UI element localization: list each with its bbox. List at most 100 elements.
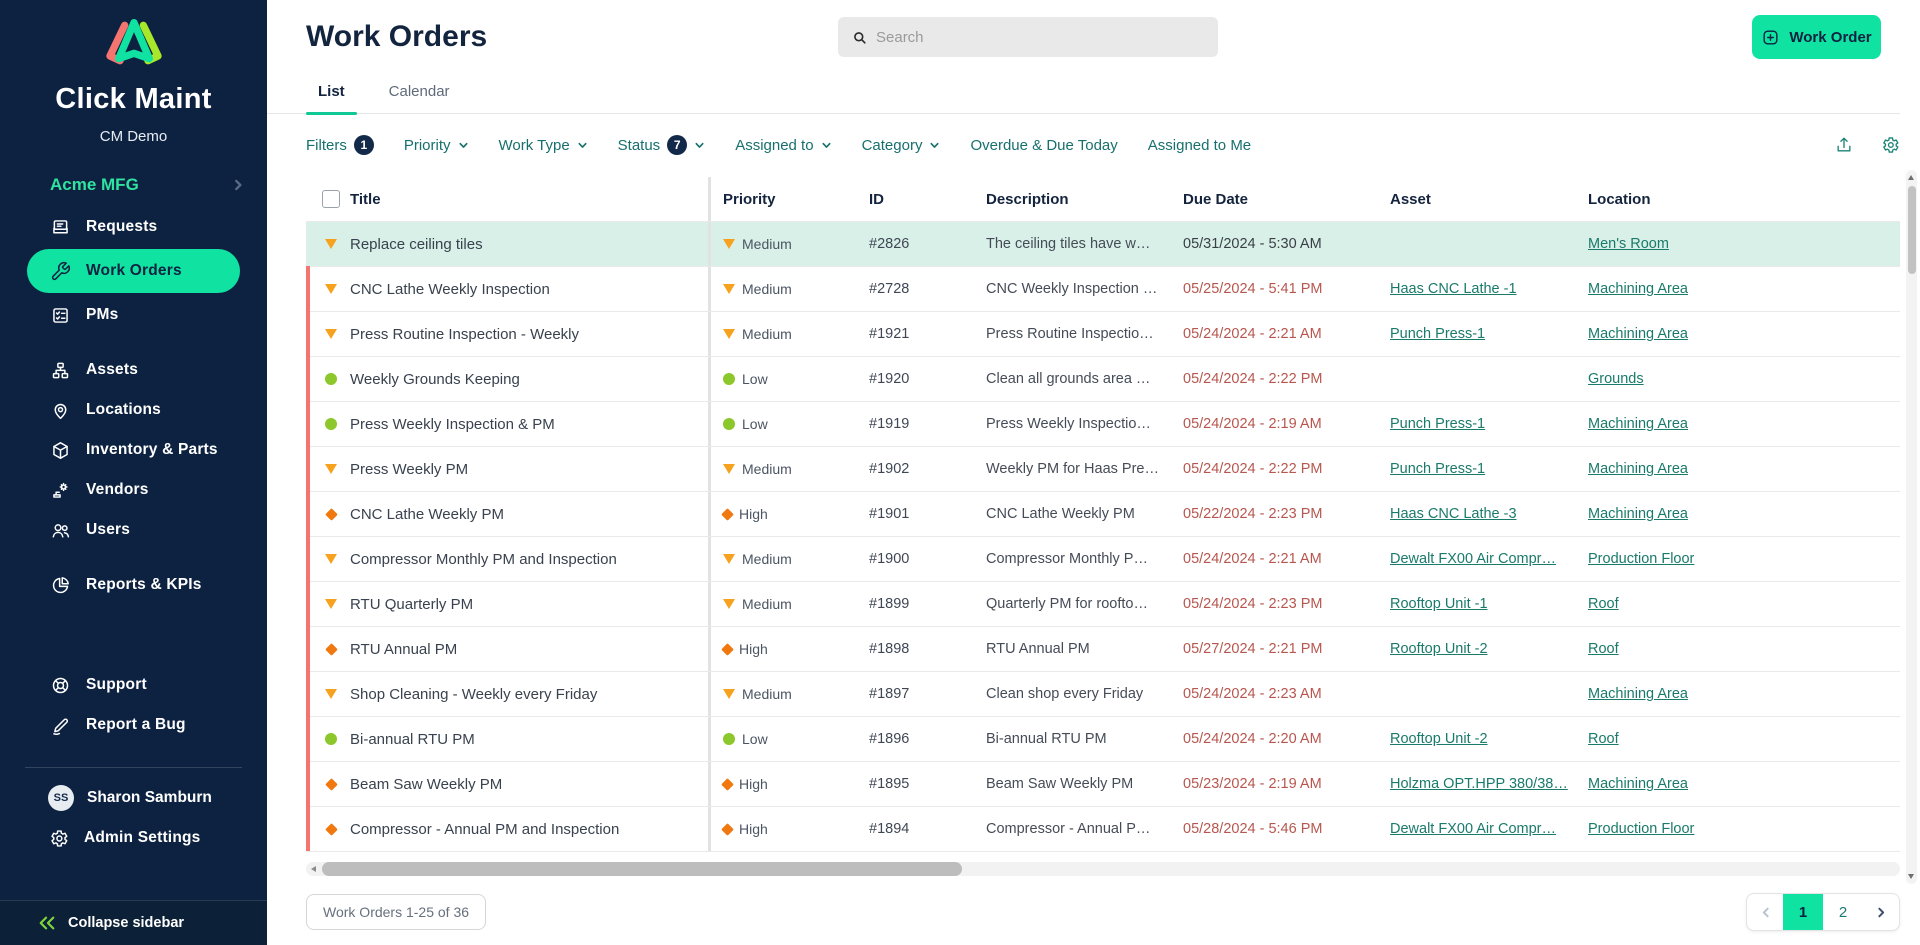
sidebar-item-support[interactable]: Support [0,665,267,705]
sidebar-item-pms[interactable]: PMs [0,295,267,335]
work-order-title: Press Weekly Inspection & PM [350,416,555,433]
filter-category[interactable]: Category [862,137,941,154]
tab-calendar[interactable]: Calendar [389,74,450,113]
location-link[interactable]: Roof [1588,596,1619,612]
column-header-due-date[interactable]: Due Date [1171,191,1378,208]
asset-link[interactable]: Rooftop Unit -2 [1390,731,1488,747]
asset-link[interactable]: Punch Press-1 [1390,416,1485,432]
table-row[interactable]: CNC Lathe Weekly PMHigh#1901CNC Lathe We… [306,492,1900,537]
location-link[interactable]: Machining Area [1588,776,1688,792]
work-order-description: Clean shop every Friday [974,686,1171,702]
asset-link[interactable]: Rooftop Unit -1 [1390,596,1488,612]
location-link[interactable]: Machining Area [1588,326,1688,342]
table-row[interactable]: RTU Annual PMHigh#1898RTU Annual PM05/27… [306,627,1900,672]
filter-overdue-due-today[interactable]: Overdue & Due Today [970,137,1117,154]
table-row[interactable]: RTU Quarterly PMMedium#1899Quarterly PM … [306,582,1900,627]
pagination-page-1[interactable]: 1 [1783,894,1823,930]
location-link[interactable]: Machining Area [1588,686,1688,702]
chevron-down-icon [694,140,705,151]
asset-link[interactable]: Punch Press-1 [1390,326,1485,342]
export-icon[interactable] [1834,135,1854,155]
search-box[interactable] [838,17,1218,57]
sidebar-item-locations[interactable]: Locations [0,390,267,430]
column-header-description[interactable]: Description [974,191,1171,208]
sidebar-item-requests[interactable]: Requests [0,207,267,247]
search-input[interactable] [876,29,1196,46]
asset-link[interactable]: Dewalt FX00 Air Compr… [1390,821,1556,837]
column-header-asset[interactable]: Asset [1378,191,1576,208]
location-link[interactable]: Men's Room [1588,236,1669,252]
vertical-scrollbar[interactable] [1906,170,1917,884]
sidebar-item-assets[interactable]: Assets [0,350,267,390]
filter-label: Filters [306,137,347,154]
location-link[interactable]: Machining Area [1588,461,1688,477]
asset-link[interactable]: Holzma OPT.HPP 380/38… [1390,776,1568,792]
table-row[interactable]: Replace ceiling tilesMedium#2826The ceil… [306,222,1900,267]
new-work-order-button[interactable]: Work Order [1752,15,1881,59]
table-row[interactable]: Compressor Monthly PM and InspectionMedi… [306,537,1900,582]
table-row[interactable]: Beam Saw Weekly PMHigh#1895Beam Saw Week… [306,762,1900,807]
sidebar-item-admin-settings[interactable]: Admin Settings [0,818,267,858]
overdue-stripe [306,731,310,748]
sidebar-item-users[interactable]: Users [0,510,267,550]
priority-label: High [739,506,768,522]
settings-gear-icon[interactable] [1880,135,1900,155]
table-row[interactable]: Weekly Grounds KeepingLow#1920Clean all … [306,357,1900,402]
sidebar-item-reports-kpis[interactable]: Reports & KPIs [0,565,267,605]
filter-assigned-to[interactable]: Assigned to [735,137,831,154]
pagination-page-2[interactable]: 2 [1823,894,1863,930]
location-link[interactable]: Grounds [1588,371,1644,387]
asset-link[interactable]: Haas CNC Lathe -1 [1390,281,1517,297]
location-link[interactable]: Roof [1588,641,1619,657]
collapse-sidebar-label: Collapse sidebar [68,915,184,931]
filter-work-type[interactable]: Work Type [499,137,588,154]
work-order-title: CNC Lathe Weekly Inspection [350,281,550,298]
org-selector[interactable]: Acme MFG [0,169,267,201]
priority-label: Medium [742,281,792,297]
user-profile[interactable]: SS Sharon Samburn [0,778,267,818]
table-row[interactable]: Press Weekly PMMedium#1902Weekly PM for … [306,447,1900,492]
table-row[interactable]: Press Weekly Inspection & PMLow#1919Pres… [306,402,1900,447]
tab-list[interactable]: List [318,74,345,113]
priority-high-icon [325,508,338,521]
filter-priority[interactable]: Priority [404,137,469,154]
column-header-id[interactable]: ID [857,191,974,208]
location-link[interactable]: Roof [1588,731,1619,747]
filter-filters[interactable]: Filters1 [306,135,374,155]
column-header-priority[interactable]: Priority [711,191,857,208]
table-row[interactable]: Shop Cleaning - Weekly every FridayMediu… [306,672,1900,717]
sidebar-item-report-a-bug[interactable]: Report a Bug [0,705,267,745]
asset-link[interactable]: Haas CNC Lathe -3 [1390,506,1517,522]
vertical-scrollbar-thumb[interactable] [1908,186,1916,274]
location-link[interactable]: Production Floor [1588,821,1694,837]
asset-link[interactable]: Dewalt FX00 Air Compr… [1390,551,1556,567]
work-order-id: #1895 [857,776,974,792]
filter-label: Category [862,137,923,154]
location-link[interactable]: Machining Area [1588,506,1688,522]
table-row[interactable]: Compressor - Annual PM and InspectionHig… [306,807,1900,852]
asset-link[interactable]: Rooftop Unit -2 [1390,641,1488,657]
horizontal-scrollbar-thumb[interactable] [322,862,962,876]
column-header-title[interactable]: Title [350,191,381,208]
filter-assigned-to-me[interactable]: Assigned to Me [1148,137,1251,154]
location-link[interactable]: Machining Area [1588,281,1688,297]
pagination-prev-button[interactable] [1747,894,1783,930]
collapse-sidebar-button[interactable]: Collapse sidebar [0,900,267,945]
select-all-checkbox[interactable] [322,190,340,208]
table-row[interactable]: Bi-annual RTU PMLow#1896Bi-annual RTU PM… [306,717,1900,762]
asset-link[interactable]: Punch Press-1 [1390,461,1485,477]
sidebar-item-vendors[interactable]: Vendors [0,470,267,510]
location-link[interactable]: Production Floor [1588,551,1694,567]
horizontal-scrollbar[interactable] [306,862,1900,876]
sidebar-item-label: Reports & KPIs [86,576,202,594]
sidebar-item-work-orders[interactable]: Work Orders [27,249,240,293]
sidebar-item-inventory-parts[interactable]: Inventory & Parts [0,430,267,470]
filter-status[interactable]: Status7 [618,135,706,155]
table-row[interactable]: Press Routine Inspection - WeeklyMedium#… [306,312,1900,357]
location-link[interactable]: Machining Area [1588,416,1688,432]
work-order-id: #2728 [857,281,974,297]
column-header-location[interactable]: Location [1576,191,1900,208]
pagination-next-button[interactable] [1863,894,1899,930]
table-row[interactable]: CNC Lathe Weekly InspectionMedium#2728CN… [306,267,1900,312]
sidebar-item-label: Locations [86,401,161,419]
